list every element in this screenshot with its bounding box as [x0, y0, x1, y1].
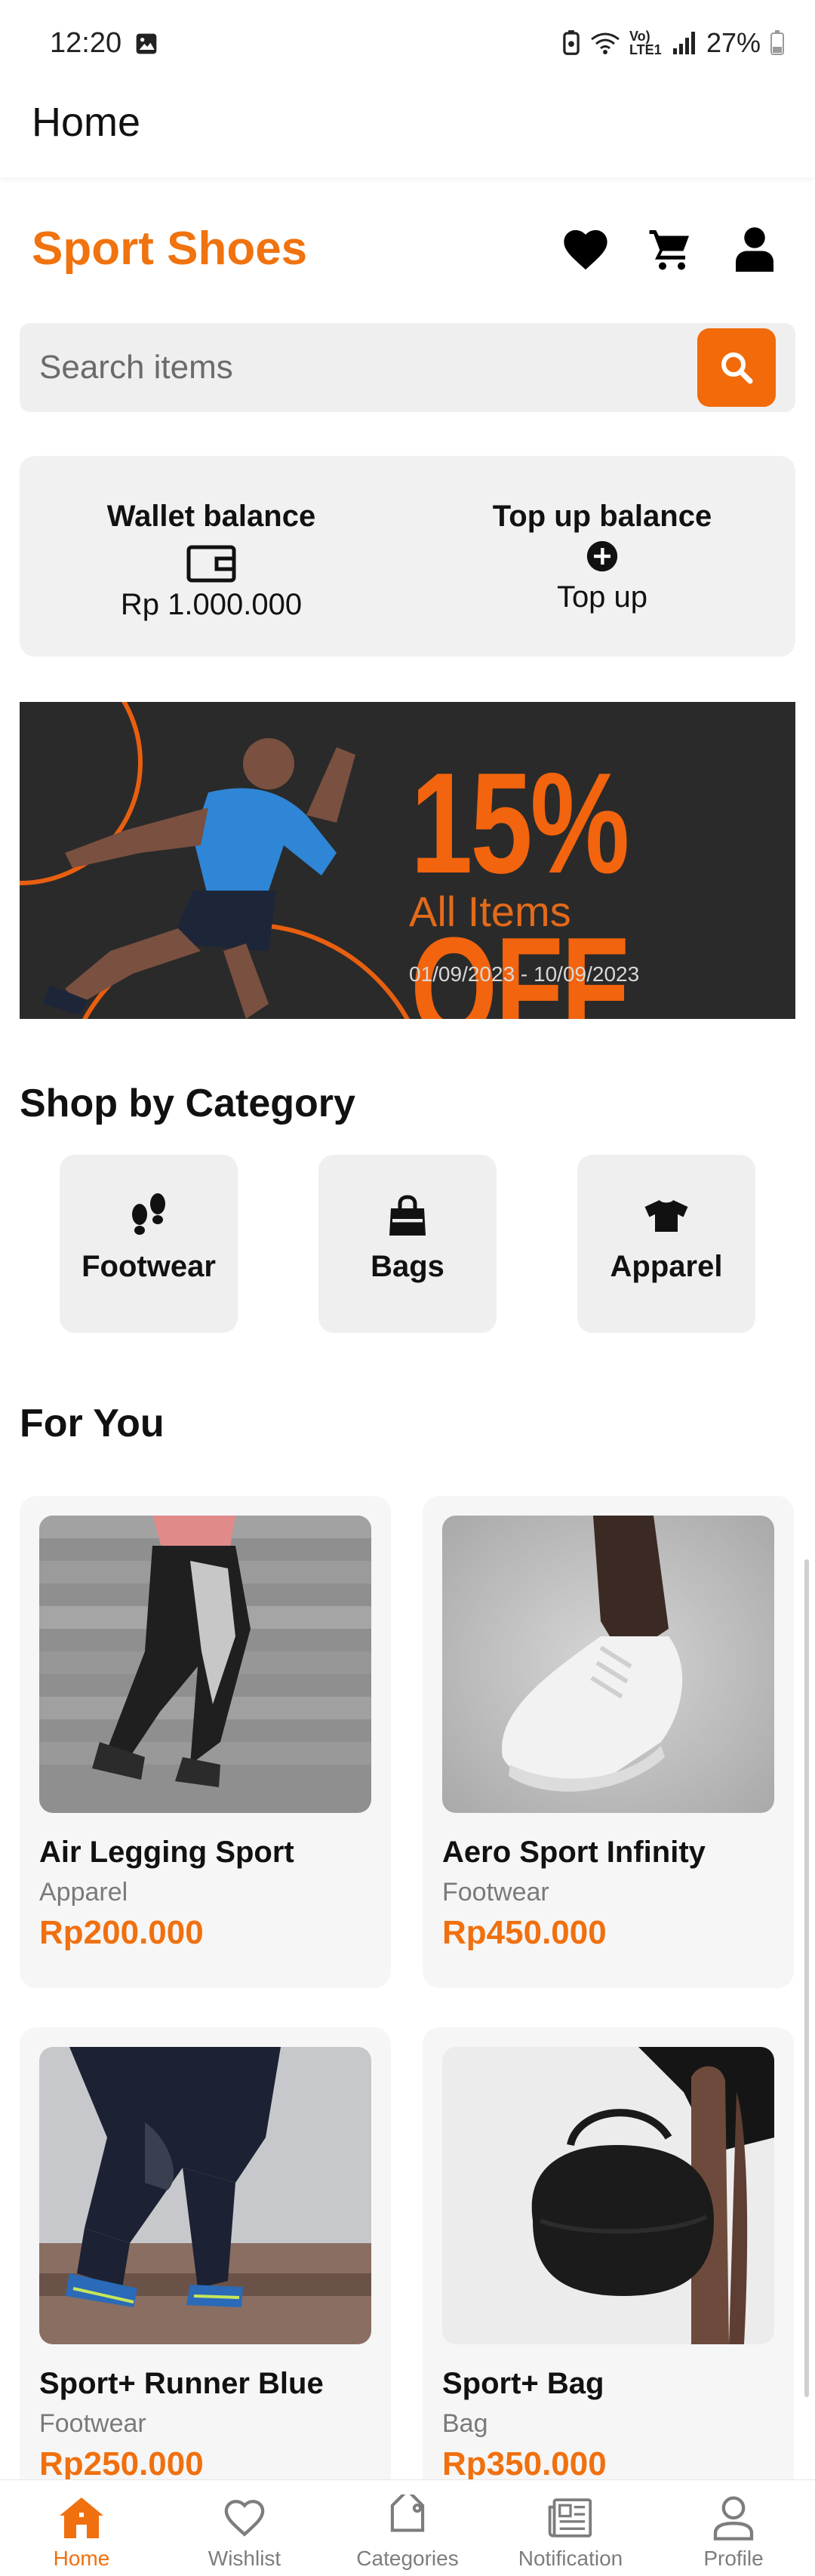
newspaper-icon [546, 2494, 595, 2542]
wallet-card: Wallet balance Rp 1.000.000 Top up balan… [20, 456, 795, 657]
page-title: Home [32, 100, 141, 145]
banner-date-range: 01/09/2023 - 10/09/2023 [409, 962, 640, 986]
footprints-icon [126, 1191, 171, 1241]
product-price: Rp350.000 [442, 2445, 607, 2482]
product-category: Apparel [39, 1878, 128, 1907]
wallet-icon [186, 544, 236, 583]
product-category: Bag [442, 2409, 488, 2438]
product-card[interactable]: Aero Sport Infinity Footwear Rp450.000 [423, 1496, 794, 1988]
product-image [39, 1516, 371, 1813]
signal-icon [672, 32, 695, 54]
account-button[interactable] [727, 222, 782, 276]
product-image [39, 2047, 371, 2344]
top-up-label: Top up balance [492, 500, 712, 533]
wishlist-button[interactable] [558, 222, 613, 276]
person-icon [709, 2494, 758, 2542]
product-card[interactable]: Air Legging Sport Apparel Rp200.000 [20, 1496, 391, 1988]
heart-icon [564, 229, 607, 270]
search-bar [20, 323, 795, 412]
brand-title: Sport Shoes [32, 223, 308, 275]
product-card[interactable]: Sport+ Bag Bag Rp350.000 [423, 2027, 794, 2519]
top-up-button[interactable]: Top up [429, 580, 776, 614]
nav-home[interactable]: Home [0, 2480, 163, 2576]
product-name: Sport+ Runner Blue [39, 2367, 324, 2400]
product-price: Rp200.000 [39, 1914, 204, 1951]
product-category: Footwear [39, 2409, 146, 2438]
nav-label: Wishlist [208, 2547, 281, 2570]
category-apparel[interactable]: Apparel [577, 1155, 755, 1333]
battery-saver-icon [563, 30, 580, 55]
product-name: Aero Sport Infinity [442, 1836, 706, 1869]
wallet-balance-value: Rp 1.000.000 [120, 588, 303, 621]
shirt-icon [644, 1191, 689, 1241]
banner-subline: All Items [409, 888, 571, 935]
nav-profile[interactable]: Profile [652, 2480, 815, 2576]
status-indicators: Vo) LTE1 27% [561, 27, 785, 59]
app-bar: Home [0, 87, 815, 177]
search-icon [721, 352, 753, 384]
product-name: Sport+ Bag [442, 2367, 604, 2400]
category-label: Apparel [610, 1250, 723, 1283]
search-button[interactable] [697, 328, 776, 407]
nav-label: Notification [518, 2547, 623, 2570]
status-bar: 12:20 Vo) LTE1 27% [0, 0, 815, 87]
category-bags[interactable]: Bags [318, 1155, 497, 1333]
nav-label: Profile [703, 2547, 764, 2570]
category-section-title: Shop by Category [20, 1082, 355, 1125]
product-image [442, 1516, 774, 1813]
product-image [442, 2047, 774, 2344]
add-circle-icon [577, 540, 627, 573]
for-you-section-title: For You [20, 1402, 165, 1445]
bag-icon [385, 1191, 430, 1241]
brand-header: Sport Shoes [0, 211, 815, 287]
product-name: Air Legging Sport [39, 1836, 294, 1869]
product-price: Rp250.000 [39, 2445, 204, 2482]
scrollbar[interactable] [804, 1559, 809, 2397]
nav-categories[interactable]: Categories [326, 2480, 489, 2576]
nav-notification[interactable]: Notification [489, 2480, 652, 2576]
search-input[interactable] [39, 346, 673, 389]
wallet-balance-label: Wallet balance [106, 500, 316, 533]
header-actions [558, 222, 782, 276]
battery-icon [770, 30, 784, 55]
category-label: Bags [371, 1250, 444, 1283]
wallet-balance: Wallet balance Rp 1.000.000 [38, 500, 385, 622]
category-label: Footwear [82, 1250, 216, 1283]
gallery-notification-icon [136, 33, 157, 54]
nav-label: Home [53, 2547, 110, 2570]
promo-banner[interactable]: 15% OFF All Items 01/09/2023 - 10/09/202… [20, 702, 795, 1019]
bottom-navigation: Home Wishlist Categories Notification Pr… [0, 2479, 815, 2576]
top-up-section[interactable]: Top up balance Top up [429, 500, 776, 614]
battery-percent: 27% [706, 27, 761, 58]
heart-outline-icon [220, 2494, 269, 2542]
user-icon [736, 227, 773, 272]
product-price: Rp450.000 [442, 1914, 607, 1951]
nav-wishlist[interactable]: Wishlist [163, 2480, 326, 2576]
home-icon [57, 2494, 106, 2542]
product-category: Footwear [442, 1878, 549, 1907]
wifi-icon [591, 32, 620, 54]
status-time: 12:20 [50, 27, 122, 59]
network-label: Vo) LTE1 [629, 29, 662, 57]
category-footwear[interactable]: Footwear [60, 1155, 238, 1333]
product-card[interactable]: Sport+ Runner Blue Footwear Rp250.000 [20, 2027, 391, 2519]
nav-label: Categories [356, 2547, 459, 2570]
cart-button[interactable] [643, 222, 697, 276]
cart-icon [649, 230, 689, 270]
tag-icon [383, 2494, 432, 2542]
